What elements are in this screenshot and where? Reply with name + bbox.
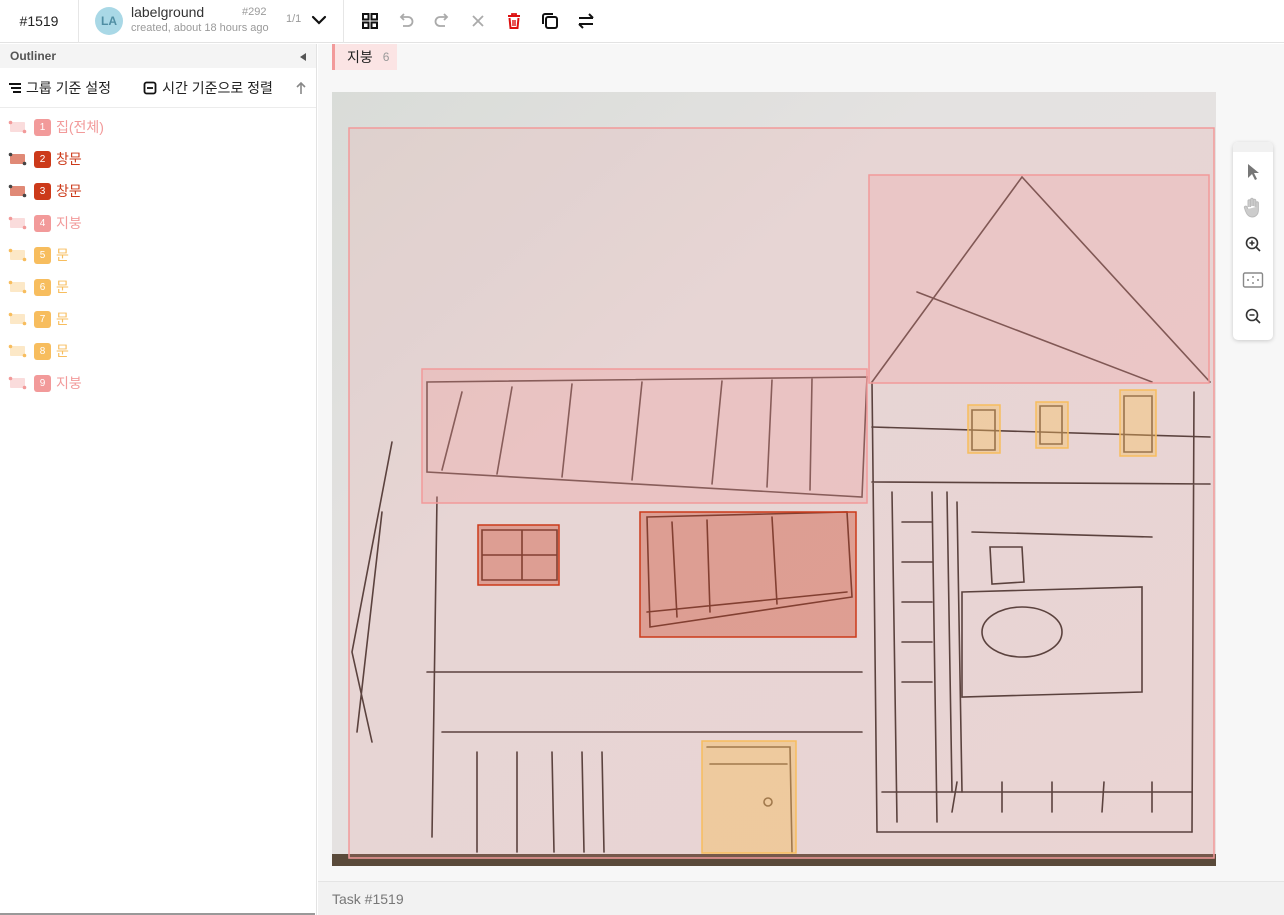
chevron-down-icon[interactable] xyxy=(309,10,329,30)
zoom-in-icon[interactable] xyxy=(1239,230,1267,258)
outliner-item[interactable]: 4 지붕 xyxy=(0,207,316,239)
object-index-badge: 5 xyxy=(34,246,51,264)
bbox-roof-left[interactable] xyxy=(421,368,868,504)
outliner-item[interactable]: 9 지붕 xyxy=(0,367,316,399)
bbox-shape-icon xyxy=(8,376,27,390)
group-setting-button[interactable]: 그룹 기준 설정 xyxy=(8,78,111,98)
object-list: 1 집(전체) 2 창문 3 창문 4 지붕 5 문 6 문 7 문 8 문 9 지붕 xyxy=(0,108,316,399)
bbox-window-small[interactable] xyxy=(477,524,560,586)
project-info: LA labelground created, about 18 hours a… xyxy=(79,0,344,43)
object-label: 문 xyxy=(56,247,69,263)
view-tool-panel xyxy=(1233,142,1273,340)
outliner-item[interactable]: 2 창문 xyxy=(0,143,316,175)
outliner-item[interactable]: 1 집(전체) xyxy=(0,111,316,143)
outliner-controls: 그룹 기준 설정 시간 기준으로 정렬 xyxy=(0,68,316,108)
toolbar xyxy=(344,0,598,43)
object-index-badge: 7 xyxy=(34,310,51,328)
outliner-sidebar: Outliner 그룹 기준 설정 시간 기준으로 정렬 1 집(전체) 2 창문 3 창… xyxy=(0,44,317,915)
bbox-shape-icon xyxy=(8,216,27,230)
bbox-door-4[interactable] xyxy=(701,740,797,854)
swap-icon[interactable] xyxy=(574,9,598,33)
object-index-badge: 3 xyxy=(34,182,51,200)
hand-icon[interactable] xyxy=(1239,194,1267,222)
redo-icon[interactable] xyxy=(430,9,454,33)
zoom-out-icon[interactable] xyxy=(1239,302,1267,330)
outliner-item[interactable]: 8문 xyxy=(0,335,316,367)
bbox-shape-icon xyxy=(8,184,27,198)
object-label: 문 xyxy=(56,343,69,359)
object-label: 지붕 xyxy=(56,215,82,231)
object-index-badge: 6 xyxy=(34,278,51,296)
object-index-badge: 1 xyxy=(34,118,51,136)
undo-icon[interactable] xyxy=(394,9,418,33)
bbox-window-large[interactable] xyxy=(639,511,857,638)
annotation-canvas[interactable] xyxy=(332,92,1216,866)
footer-task-label: Task #1519 xyxy=(332,890,404,907)
bbox-shape-icon xyxy=(8,280,27,294)
outliner-header: Outliner xyxy=(0,44,316,68)
object-index-badge: 8 xyxy=(34,342,51,360)
object-index-badge: 9 xyxy=(34,374,51,392)
task-footer: Task #1519 xyxy=(318,881,1284,915)
sort-by-time-button[interactable]: 시간 기준으로 정렬 xyxy=(143,78,273,98)
main-area: 지붕 6 xyxy=(318,44,1284,881)
project-number: #292 xyxy=(242,5,267,18)
bbox-shape-icon xyxy=(8,152,27,166)
bbox-shape-icon xyxy=(8,344,27,358)
chip-label: 지붕 xyxy=(347,49,373,65)
object-label: 창문 xyxy=(56,151,82,167)
project-name[interactable]: labelground xyxy=(131,4,204,20)
pointer-icon[interactable] xyxy=(1239,158,1267,186)
list-icon xyxy=(9,82,21,93)
pager: 1/1 xyxy=(286,12,302,25)
clock-icon xyxy=(143,81,157,94)
outliner-item[interactable]: 7문 xyxy=(0,303,316,335)
close-icon[interactable] xyxy=(466,9,490,33)
bbox-door-1[interactable] xyxy=(967,404,1001,454)
fit-screen-icon[interactable] xyxy=(1239,266,1267,294)
object-label: 집(전체) xyxy=(56,119,104,135)
task-id: #1519 xyxy=(0,0,79,43)
object-label: 문 xyxy=(56,311,69,327)
bbox-shape-icon xyxy=(8,312,27,326)
outliner-item[interactable]: 6문 xyxy=(0,271,316,303)
bbox-door-2[interactable] xyxy=(1035,401,1069,449)
top-bar: #1519 LA labelground created, about 18 h… xyxy=(0,0,1284,43)
bbox-door-3[interactable] xyxy=(1119,389,1157,457)
object-index-badge: 4 xyxy=(34,214,51,232)
created-time: created, about 18 hours ago xyxy=(131,21,269,34)
object-index-badge: 2 xyxy=(34,150,51,168)
object-label: 문 xyxy=(56,279,69,295)
outliner-item[interactable]: 3 창문 xyxy=(0,175,316,207)
bbox-roof-top[interactable] xyxy=(868,174,1210,384)
bbox-shape-icon xyxy=(8,120,27,134)
sort-label: 시간 기준으로 정렬 xyxy=(162,79,273,96)
arrow-up-icon[interactable] xyxy=(294,81,308,95)
group-setting-label: 그룹 기준 설정 xyxy=(26,79,112,96)
object-label: 창문 xyxy=(56,183,82,199)
chip-count: 6 xyxy=(382,50,390,64)
annotation-boxes xyxy=(348,127,1215,859)
outliner-title: Outliner xyxy=(10,49,57,63)
outliner-item[interactable]: 5문 xyxy=(0,239,316,271)
selected-label-chip[interactable]: 지붕 6 xyxy=(332,44,398,70)
object-label: 지붕 xyxy=(56,375,82,391)
avatar: LA xyxy=(95,6,123,35)
collapse-icon[interactable] xyxy=(298,51,308,61)
panel-handle[interactable] xyxy=(1233,142,1273,152)
trash-icon[interactable] xyxy=(502,9,526,33)
copy-icon[interactable] xyxy=(538,9,562,33)
bbox-shape-icon xyxy=(8,248,27,262)
grid-icon[interactable] xyxy=(358,9,382,33)
